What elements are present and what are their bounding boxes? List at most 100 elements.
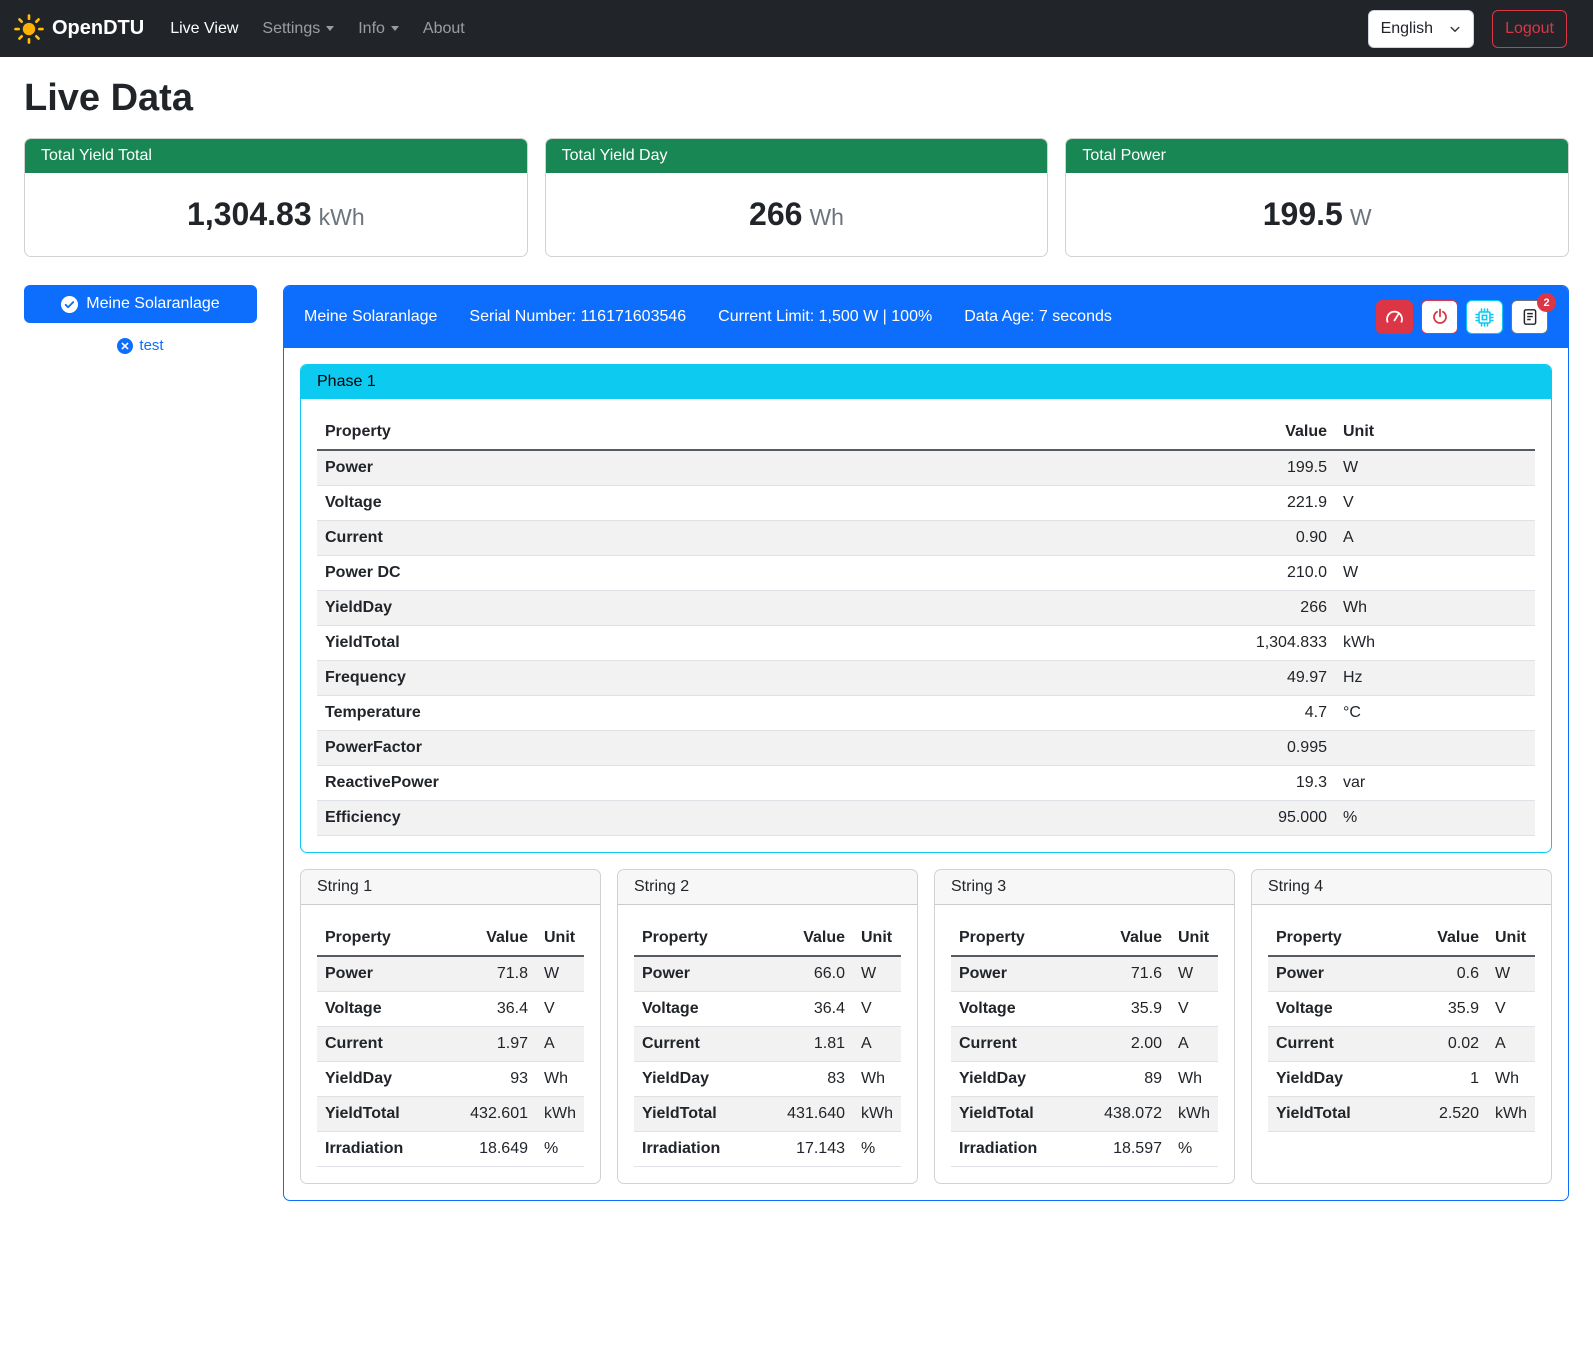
brand-link[interactable]: OpenDTU [14, 14, 144, 44]
summary-card-body: 1,304.83 kWh [25, 173, 527, 256]
content-row: Meine Solaranlage test Meine Solaranlage… [24, 285, 1569, 1201]
unit-cell: V [1487, 992, 1535, 1027]
string-table: Property Value Unit Power71.8W Voltage36… [317, 921, 584, 1167]
nav-links: Live View Settings Info About [158, 12, 477, 46]
unit-cell: A [536, 1027, 584, 1062]
nav-item-live-view[interactable]: Live View [158, 12, 250, 46]
summary-unit: Wh [809, 204, 844, 230]
table-row: Temperature4.7°C [317, 696, 1535, 731]
unit-cell: % [853, 1132, 901, 1167]
unit-cell: W [1335, 450, 1535, 486]
event-log-button[interactable]: 2 [1511, 300, 1548, 334]
cpu-icon [1475, 308, 1494, 327]
value-cell: 266 [926, 591, 1335, 626]
power-button[interactable] [1421, 300, 1458, 334]
column-property: Property [634, 921, 757, 956]
column-property: Property [317, 415, 926, 450]
value-cell: 0.6 [1402, 956, 1487, 992]
string-card-body: Property Value Unit Power71.6W Voltage35… [935, 905, 1234, 1183]
property-cell: YieldTotal [317, 1097, 440, 1132]
summary-unit: kWh [319, 204, 365, 230]
column-value: Value [1074, 921, 1170, 956]
unit-cell: Wh [1487, 1062, 1535, 1097]
strings-row: String 1 Property Value Unit [300, 869, 1552, 1184]
string-card-body: Property Value Unit Power71.8W Voltage36… [301, 905, 600, 1183]
column-value: Value [757, 921, 853, 956]
value-cell: 0.995 [926, 731, 1335, 766]
language-select-value: English [1381, 20, 1433, 38]
unit-cell: A [1487, 1027, 1535, 1062]
unit-cell: °C [1335, 696, 1535, 731]
string-card-2: String 2 Property Value Unit [617, 869, 918, 1184]
property-cell: Current [317, 521, 926, 556]
value-cell: 36.4 [440, 992, 536, 1027]
summary-value: 266 [749, 196, 802, 232]
phase-card-body: Property Value Unit Power199.5W Voltage2… [301, 399, 1551, 852]
inverter-panel-body: Phase 1 Property Value Unit [284, 348, 1568, 1200]
property-cell: Temperature [317, 696, 926, 731]
column-value: Value [1402, 921, 1487, 956]
property-cell: Irradiation [951, 1132, 1074, 1167]
property-cell: Current [317, 1027, 440, 1062]
table-row: Power DC210.0W [317, 556, 1535, 591]
navbar-right: English Logout [1368, 10, 1579, 48]
table-header-row: Property Value Unit [317, 415, 1535, 450]
property-cell: Current [951, 1027, 1074, 1062]
nav-item-settings[interactable]: Settings [250, 12, 346, 46]
string-table: Property Value Unit Power71.6W Voltage35… [951, 921, 1218, 1167]
inverter-serial: Serial Number: 116171603546 [469, 308, 686, 326]
unit-cell: kWh [1335, 626, 1535, 661]
value-cell: 432.601 [440, 1097, 536, 1132]
summary-card-total-yield-day: Total Yield Day 266Wh [545, 138, 1049, 257]
nav-item-info-label: Info [358, 20, 385, 38]
unit-cell: kWh [1487, 1097, 1535, 1132]
property-cell: Voltage [634, 992, 757, 1027]
inverter-select-button[interactable]: Meine Solaranlage [24, 285, 257, 323]
unit-cell: % [1335, 801, 1535, 836]
nav-item-about[interactable]: About [411, 12, 477, 46]
unit-cell: % [536, 1132, 584, 1167]
sidebar-item-test[interactable]: test [24, 337, 257, 354]
string-card-4: String 4 Property Value Unit [1251, 869, 1552, 1184]
value-cell: 4.7 [926, 696, 1335, 731]
table-row: YieldTotal432.601kWh [317, 1097, 584, 1132]
journal-icon [1521, 308, 1539, 326]
nav-item-info[interactable]: Info [346, 12, 411, 46]
value-cell: 2.00 [1074, 1027, 1170, 1062]
language-select[interactable]: English [1368, 10, 1474, 48]
value-cell: 35.9 [1402, 992, 1487, 1027]
property-cell: Irradiation [317, 1132, 440, 1167]
inverter-select-label: Meine Solaranlage [86, 295, 219, 313]
unit-cell: kWh [536, 1097, 584, 1132]
unit-cell: W [536, 956, 584, 992]
logout-button[interactable]: Logout [1492, 10, 1567, 48]
value-cell: 1.97 [440, 1027, 536, 1062]
column-property: Property [951, 921, 1074, 956]
value-cell: 93 [440, 1062, 536, 1097]
unit-cell: V [1335, 486, 1535, 521]
summary-value: 1,304.83 [187, 196, 312, 232]
table-row: Voltage36.4V [317, 992, 584, 1027]
device-info-button[interactable] [1466, 300, 1503, 334]
property-cell: YieldDay [317, 1062, 440, 1097]
string-card-3: String 3 Property Value Unit [934, 869, 1235, 1184]
sidebar-item-test-label: test [139, 337, 163, 354]
property-cell: Voltage [317, 486, 926, 521]
table-row: Power71.8W [317, 956, 584, 992]
limit-settings-button[interactable] [1376, 300, 1413, 334]
table-row: YieldDay1Wh [1268, 1062, 1535, 1097]
table-header-row: Property Value Unit [317, 921, 584, 956]
phase-table: Property Value Unit Power199.5W Voltage2… [317, 415, 1535, 836]
property-cell: YieldTotal [1268, 1097, 1402, 1132]
table-row: Voltage35.9V [951, 992, 1218, 1027]
nav-item-settings-label: Settings [262, 20, 320, 38]
unit-cell: kWh [1170, 1097, 1218, 1132]
column-unit: Unit [1487, 921, 1535, 956]
unit-cell: Wh [1335, 591, 1535, 626]
table-header-row: Property Value Unit [951, 921, 1218, 956]
inverter-actions: 2 [1376, 300, 1548, 334]
property-cell: YieldTotal [317, 626, 926, 661]
value-cell: 199.5 [926, 450, 1335, 486]
value-cell: 36.4 [757, 992, 853, 1027]
value-cell: 438.072 [1074, 1097, 1170, 1132]
